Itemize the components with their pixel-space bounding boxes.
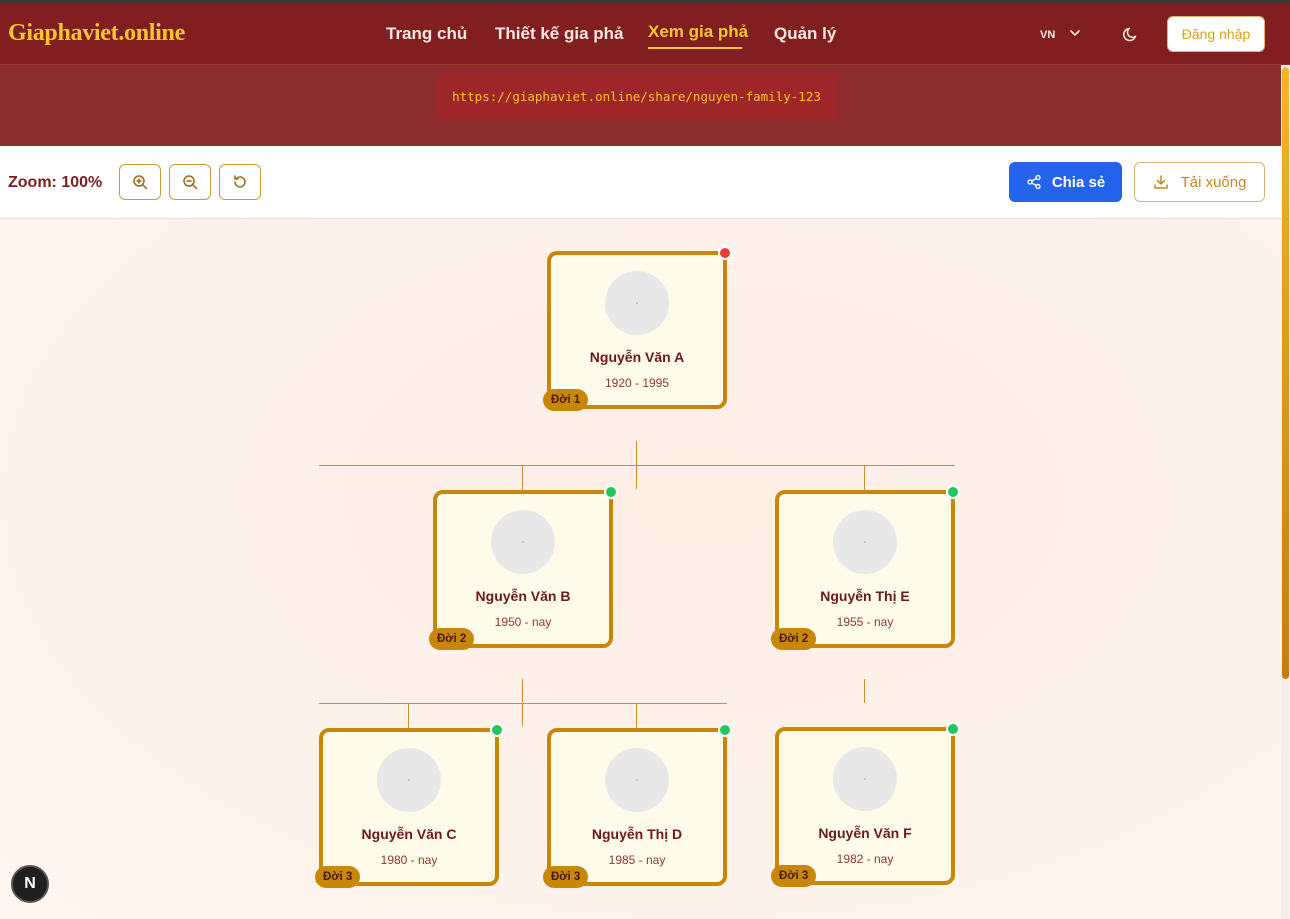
connector-line — [636, 703, 637, 728]
connector-line — [864, 679, 865, 703]
avatar — [833, 510, 897, 574]
download-label: Tải xuống — [1180, 173, 1247, 191]
avatar — [605, 271, 669, 335]
connector-line — [319, 465, 955, 466]
person-card-f[interactable]: Nguyễn Văn F 1982 - nay Đời 3 — [771, 722, 960, 887]
avatar — [833, 747, 897, 811]
status-dot-alive — [946, 485, 960, 499]
nextjs-logo-icon[interactable]: N — [11, 865, 49, 903]
generation-badge: Đời 2 — [429, 628, 475, 650]
person-name: Nguyễn Văn A — [589, 349, 685, 365]
generation-badge: Đời 3 — [771, 865, 817, 887]
person-name: Nguyễn Văn F — [818, 825, 912, 841]
status-dot-deceased — [718, 246, 732, 260]
nav-home[interactable]: Trang chủ — [386, 24, 467, 44]
person-years: 1985 - nay — [608, 853, 666, 867]
toolbar: Zoom: 100% Chia sẻ Tải xuống — [0, 146, 1281, 219]
zoom-out-icon — [183, 175, 198, 190]
brand-logo[interactable]: Giaphaviet.online — [8, 20, 185, 47]
scrollbar-thumb[interactable] — [1282, 67, 1289, 679]
nav-design[interactable]: Thiết kế gia phả — [495, 24, 623, 44]
navbar: Giaphaviet.online Trang chủ Thiết kế gia… — [0, 4, 1290, 65]
connector-line — [522, 465, 523, 490]
person-name: Nguyễn Văn B — [475, 588, 571, 604]
generation-badge: Đời 2 — [771, 628, 817, 650]
zoom-in-icon — [133, 175, 148, 190]
person-card-a[interactable]: Nguyễn Văn A 1920 - 1995 Đời 1 — [543, 246, 732, 411]
person-years: 1950 - nay — [494, 615, 552, 629]
zoom-in-button[interactable] — [119, 164, 161, 200]
reset-icon — [234, 175, 246, 188]
person-card-e[interactable]: Nguyễn Thị E 1955 - nay Đời 2 — [771, 485, 960, 650]
connector-line — [864, 465, 865, 490]
reset-zoom-button[interactable] — [219, 164, 261, 200]
person-card-c[interactable]: Nguyễn Văn C 1980 - nay Đời 3 — [315, 723, 504, 888]
generation-badge: Đời 3 — [315, 866, 361, 888]
person-years: 1982 - nay — [836, 852, 894, 866]
nav-active-underline — [648, 47, 742, 49]
avatar — [605, 748, 669, 812]
avatar — [377, 748, 441, 812]
nav-view[interactable]: Xem gia phả — [648, 22, 748, 42]
generation-badge: Đời 3 — [543, 866, 589, 888]
zoom-label: Zoom: 100% — [8, 174, 103, 191]
share-icon — [1027, 174, 1041, 190]
zoom-out-button[interactable] — [169, 164, 211, 200]
status-dot-alive — [490, 723, 504, 737]
download-button[interactable]: Tải xuống — [1134, 162, 1265, 202]
share-url[interactable]: https://giaphaviet.online/share/nguyen-f… — [436, 73, 837, 120]
share-label: Chia sẻ — [1051, 173, 1106, 191]
language-selector[interactable]: VN — [1040, 29, 1055, 41]
chevron-down-icon[interactable] — [1068, 26, 1082, 40]
person-name: Nguyễn Văn C — [361, 826, 457, 842]
connector-line — [408, 703, 409, 728]
moon-icon[interactable] — [1122, 25, 1140, 43]
person-years: 1955 - nay — [836, 615, 894, 629]
person-years: 1980 - nay — [380, 853, 438, 867]
connector-line — [319, 703, 727, 704]
avatar — [491, 510, 555, 574]
download-icon — [1153, 175, 1168, 189]
share-button[interactable]: Chia sẻ — [1009, 162, 1122, 202]
status-dot-alive — [604, 485, 618, 499]
nav-manage[interactable]: Quản lý — [774, 24, 836, 44]
person-name: Nguyễn Thị E — [820, 588, 910, 604]
person-years: 1920 - 1995 — [604, 376, 670, 390]
login-button[interactable]: Đăng nhập — [1167, 16, 1265, 52]
person-card-b[interactable]: Nguyễn Văn B 1950 - nay Đời 2 — [429, 485, 618, 650]
person-card-d[interactable]: Nguyễn Thị D 1985 - nay Đời 3 — [543, 723, 732, 888]
status-dot-alive — [718, 723, 732, 737]
person-name: Nguyễn Thị D — [591, 826, 683, 842]
generation-badge: Đời 1 — [543, 389, 589, 411]
status-dot-alive — [946, 722, 960, 736]
